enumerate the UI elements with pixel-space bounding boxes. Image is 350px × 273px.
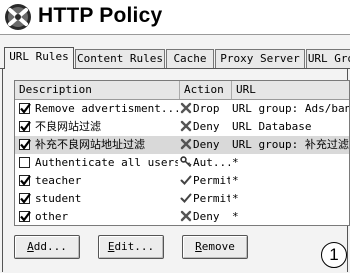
- rule-description: other: [35, 210, 69, 223]
- tab-url-rules[interactable]: URL Rules: [4, 47, 74, 69]
- rule-action-label: Deny: [193, 120, 220, 133]
- rule-url: URL group: Ads/banners: [232, 102, 349, 115]
- tab-proxy-server[interactable]: Proxy Server: [215, 49, 305, 68]
- tab-content-rules[interactable]: Content Rules: [75, 49, 165, 68]
- tab-cache[interactable]: Cache: [166, 49, 214, 68]
- rule-action-label: Permit: [193, 174, 230, 187]
- rule-action-label: Drop: [193, 102, 220, 115]
- table-row[interactable]: 补充不良网站地址过滤 Deny URL group: 补充过滤地址: [15, 136, 349, 154]
- policy-app-icon: [5, 4, 31, 30]
- tab-url-groups[interactable]: URL Gro: [306, 49, 350, 68]
- deny-x-icon: [180, 138, 193, 151]
- table-row[interactable]: 不良网站过滤 Deny URL Database: [15, 118, 349, 136]
- rule-action-label: Deny: [193, 138, 220, 151]
- column-description[interactable]: Description: [15, 81, 180, 99]
- rule-description: 不良网站过滤: [35, 120, 101, 133]
- table-row[interactable]: other Deny *: [15, 208, 349, 225]
- rule-action-label: Aut...: [193, 156, 230, 169]
- rule-description: student: [35, 192, 82, 205]
- rule-action: Deny: [180, 208, 230, 225]
- edit-button[interactable]: Edit...: [98, 235, 164, 259]
- rule-description: Authenticate all users: [35, 156, 178, 169]
- rule-enabled-checkbox[interactable]: [19, 121, 31, 132]
- rule-enabled-checkbox[interactable]: [19, 193, 31, 204]
- table-row[interactable]: teacher Permit *: [15, 172, 349, 190]
- rule-action-label: Permit: [193, 192, 230, 205]
- rule-action-label: Deny: [193, 210, 220, 223]
- rule-action: Permit: [180, 190, 230, 208]
- rule-action: Deny: [180, 118, 230, 136]
- table-row[interactable]: Remove advertisment... Drop URL group: Ads…: [15, 100, 349, 118]
- rule-url: *: [232, 192, 239, 205]
- rule-description: Remove advertisment...: [35, 102, 178, 115]
- rule-description: 补充不良网站地址过滤: [35, 138, 145, 151]
- permit-check-icon: [180, 192, 193, 205]
- rule-url: URL group: 补充过滤地址: [232, 138, 349, 151]
- tab-bar: URL Rules Content Rules Cache Proxy Serv…: [0, 47, 350, 69]
- key-icon: [180, 156, 193, 169]
- deny-x-icon: [180, 210, 193, 223]
- rule-url: *: [232, 156, 239, 169]
- rule-enabled-checkbox[interactable]: [19, 139, 31, 150]
- table-row[interactable]: Authenticate all users Aut... *: [15, 154, 349, 172]
- annotation-number: 1: [321, 242, 347, 268]
- rule-url: *: [232, 174, 239, 187]
- rule-enabled-checkbox[interactable]: [19, 157, 30, 168]
- title-bar: HTTP Policy: [0, 0, 350, 35]
- rule-enabled-checkbox[interactable]: [19, 211, 31, 222]
- rule-url: URL Database: [232, 120, 312, 133]
- deny-x-icon: [180, 102, 193, 115]
- rules-table: Description Action URL Remove advertisme…: [14, 80, 350, 226]
- column-action[interactable]: Action: [180, 81, 232, 99]
- rule-enabled-checkbox[interactable]: [19, 175, 31, 186]
- rule-action: Permit: [180, 172, 230, 190]
- remove-button[interactable]: Remove: [182, 235, 248, 259]
- table-header: Description Action URL: [15, 81, 349, 100]
- rule-action: Drop: [180, 100, 230, 118]
- table-row[interactable]: student Permit *: [15, 190, 349, 208]
- rule-action: Aut...: [180, 154, 230, 172]
- add-button[interactable]: Add...: [14, 235, 80, 259]
- permit-check-icon: [180, 174, 193, 187]
- column-url[interactable]: URL: [232, 81, 349, 99]
- rule-action: Deny: [180, 136, 230, 154]
- rule-url: *: [232, 210, 239, 223]
- rule-enabled-checkbox[interactable]: [19, 103, 31, 114]
- rule-description: teacher: [35, 174, 82, 187]
- window-title: HTTP Policy: [38, 4, 163, 27]
- deny-x-icon: [180, 120, 193, 133]
